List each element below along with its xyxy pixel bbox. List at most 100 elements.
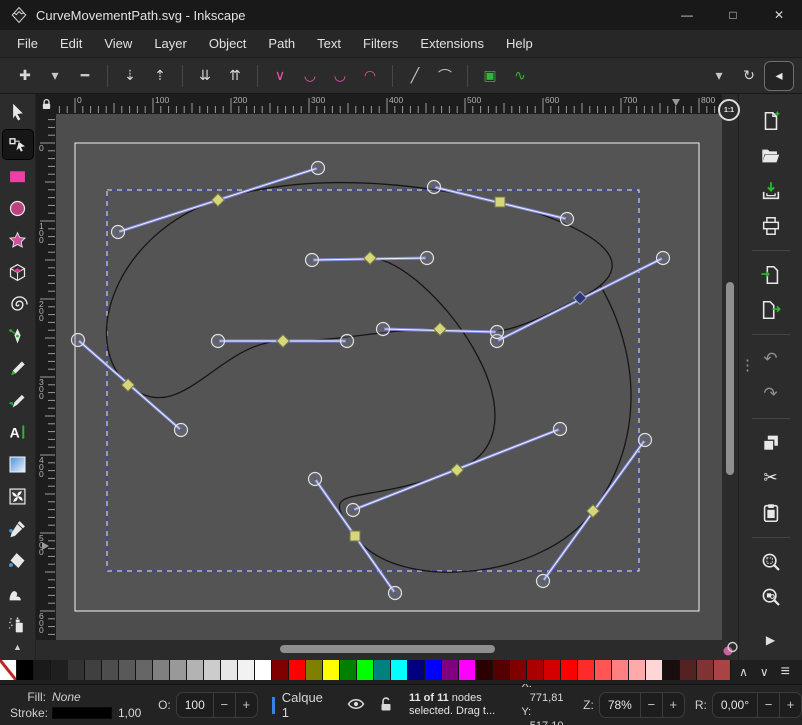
rotation-increase-button[interactable]: + <box>779 693 801 717</box>
palette-swatch[interactable] <box>289 660 306 680</box>
palette-swatch[interactable] <box>527 660 544 680</box>
print-document-button[interactable] <box>754 211 788 241</box>
menu-file[interactable]: File <box>6 30 49 57</box>
calligraphy-tool[interactable] <box>3 386 33 415</box>
palette-swatch[interactable] <box>578 660 595 680</box>
palette-swatch[interactable] <box>170 660 187 680</box>
canvas[interactable] <box>56 114 722 640</box>
opacity-decrease-button[interactable]: − <box>213 693 235 717</box>
spray-tool[interactable] <box>3 610 33 639</box>
stroke-to-path-button[interactable]: ∿ <box>505 61 535 91</box>
ellipse-tool[interactable] <box>3 194 33 223</box>
line-segment-button[interactable]: ╱ <box>400 61 430 91</box>
undo-button[interactable]: ↶ <box>754 344 788 374</box>
palette-swatch[interactable] <box>714 660 731 680</box>
menu-text[interactable]: Text <box>306 30 352 57</box>
palette-swatch[interactable] <box>697 660 714 680</box>
palette-swatch[interactable] <box>17 660 34 680</box>
palette-swatch[interactable] <box>102 660 119 680</box>
join-nodes-button[interactable]: ⇣ <box>115 61 145 91</box>
palette-swatch[interactable] <box>340 660 357 680</box>
palette-swatch[interactable] <box>612 660 629 680</box>
palette-swatch[interactable] <box>459 660 476 680</box>
save-document-button[interactable] <box>754 176 788 206</box>
palette-swatch[interactable] <box>357 660 374 680</box>
panel-drag-handle[interactable]: ⋮ <box>740 362 755 369</box>
palette-swatch[interactable] <box>323 660 340 680</box>
palette-scroll-down-button[interactable]: ∨ <box>760 665 769 679</box>
pencil-tool[interactable] <box>3 354 33 383</box>
export-image-button[interactable] <box>754 295 788 325</box>
menu-edit[interactable]: Edit <box>49 30 93 57</box>
palette-swatch[interactable] <box>408 660 425 680</box>
fill-stroke-indicator[interactable]: Fill: None Stroke: 1,00 <box>0 690 148 720</box>
paste-button[interactable] <box>754 498 788 528</box>
palette-swatch[interactable] <box>153 660 170 680</box>
zoom-drawing-button[interactable] <box>754 582 788 612</box>
gradient-tool[interactable] <box>3 450 33 479</box>
collapse-snap-toolbar-button[interactable]: ◂ <box>764 61 794 91</box>
duplicate-button[interactable] <box>754 428 788 458</box>
quick-zoom-badge[interactable]: 1:1 <box>718 99 740 121</box>
units-dropdown[interactable]: ▾ <box>704 61 734 91</box>
opacity-increase-button[interactable]: + <box>235 693 257 717</box>
palette-swatch[interactable] <box>493 660 510 680</box>
show-panel-button[interactable]: ▶ <box>754 625 788 655</box>
palette-swatch[interactable] <box>238 660 255 680</box>
menu-layer[interactable]: Layer <box>143 30 198 57</box>
layer-name[interactable]: Calque 1 <box>282 690 333 720</box>
palette-swatch[interactable] <box>680 660 697 680</box>
palette-swatch[interactable] <box>34 660 51 680</box>
palette-swatch[interactable] <box>136 660 153 680</box>
zoom-selection-button[interactable] <box>754 547 788 577</box>
symmetric-node-button[interactable]: ◡ <box>325 61 355 91</box>
palette-swatch[interactable] <box>510 660 527 680</box>
palette-swatch[interactable] <box>595 660 612 680</box>
dropper-tool[interactable] <box>3 514 33 543</box>
maximize-button[interactable]: □ <box>710 0 756 30</box>
palette-swatch[interactable] <box>629 660 646 680</box>
vertical-scrollbar[interactable] <box>722 114 738 640</box>
minimize-button[interactable]: — <box>664 0 710 30</box>
menu-path[interactable]: Path <box>257 30 306 57</box>
palette-swatch[interactable] <box>255 660 272 680</box>
palette-scroll-up-button[interactable]: ∧ <box>739 665 748 679</box>
layer-indicator[interactable]: Calque 1 <box>272 690 333 720</box>
horizontal-ruler[interactable]: 0100200300400500600700800 <box>56 94 722 114</box>
color-managed-view-toggle[interactable] <box>722 640 738 658</box>
new-document-button[interactable] <box>754 106 788 136</box>
palette-swatch[interactable] <box>187 660 204 680</box>
palette-swatch[interactable] <box>306 660 323 680</box>
cut-button[interactable]: ✂ <box>754 463 788 493</box>
redo-button[interactable]: ↷ <box>754 379 788 409</box>
zoom-decrease-button[interactable]: − <box>640 693 662 717</box>
zoom-value[interactable]: 78% <box>600 698 640 712</box>
palette-swatch[interactable] <box>221 660 238 680</box>
path-node[interactable] <box>350 531 360 541</box>
palette-swatch[interactable] <box>425 660 442 680</box>
palette-swatch[interactable] <box>374 660 391 680</box>
path-node[interactable] <box>495 197 505 207</box>
palette-swatch[interactable] <box>391 660 408 680</box>
ruler-lock[interactable] <box>36 94 56 114</box>
vertical-scrollbar-thumb[interactable] <box>726 282 734 475</box>
open-document-button[interactable] <box>754 141 788 171</box>
palette-swatch[interactable] <box>476 660 493 680</box>
palette-swatch-none[interactable] <box>0 660 17 680</box>
rotation-value[interactable]: 0,00° <box>713 698 757 712</box>
selector-tool[interactable] <box>3 98 33 127</box>
rotation-decrease-button[interactable]: − <box>757 693 779 717</box>
menu-help[interactable]: Help <box>495 30 544 57</box>
opacity-value[interactable]: 100 <box>177 698 213 712</box>
palette-swatch[interactable] <box>85 660 102 680</box>
stroke-swatch[interactable] <box>52 707 112 719</box>
layer-visibility-toggle[interactable] <box>347 697 365 714</box>
palette-swatch[interactable] <box>663 660 680 680</box>
stroke-width-value[interactable]: 1,00 <box>118 706 148 720</box>
toolbox-overflow-button[interactable]: ▲ <box>13 642 22 652</box>
insert-node-dropdown[interactable]: ▾ <box>40 61 70 91</box>
rectangle-tool[interactable] <box>3 162 33 191</box>
palette-swatch[interactable] <box>561 660 578 680</box>
insert-node-button[interactable]: ✚ <box>10 61 40 91</box>
horizontal-scrollbar-thumb[interactable] <box>280 645 495 653</box>
